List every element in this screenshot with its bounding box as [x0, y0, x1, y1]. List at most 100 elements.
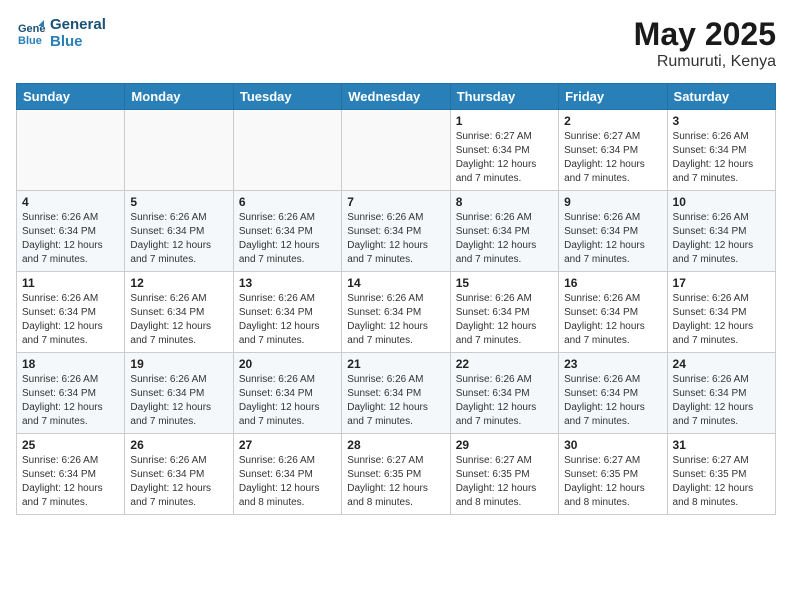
day-info: Sunrise: 6:26 AM Sunset: 6:34 PM Dayligh… — [347, 373, 444, 429]
logo-icon: General Blue — [16, 18, 46, 48]
calendar-location: Rumuruti, Kenya — [634, 53, 776, 71]
calendar-cell: 4 Sunrise: 6:26 AM Sunset: 6:34 PM Daylig… — [17, 191, 125, 272]
day-number: 10 — [673, 195, 770, 209]
day-info: Sunrise: 6:26 AM Sunset: 6:34 PM Dayligh… — [564, 292, 661, 348]
day-info: Sunrise: 6:26 AM Sunset: 6:34 PM Dayligh… — [673, 292, 770, 348]
calendar-cell: 14 Sunrise: 6:26 AM Sunset: 6:34 PM Dayli… — [342, 272, 450, 353]
header: General Blue General Blue May 2025 Rumur… — [16, 16, 776, 71]
day-number: 9 — [564, 195, 661, 209]
day-number: 15 — [456, 276, 553, 290]
day-info: Sunrise: 6:26 AM Sunset: 6:34 PM Dayligh… — [22, 373, 119, 429]
calendar-cell: 8 Sunrise: 6:26 AM Sunset: 6:34 PM Daylig… — [450, 191, 558, 272]
calendar-cell: 31Sunrise: 6:27 AM Sunset: 6:35 PM Dayli… — [667, 434, 775, 515]
calendar-cell: 28 Sunrise: 6:27 AM Sunset: 6:35 PM Dayli… — [342, 434, 450, 515]
calendar-cell: 5 Sunrise: 6:26 AM Sunset: 6:34 PM Daylig… — [125, 191, 233, 272]
day-number: 5 — [130, 195, 227, 209]
day-number: 17 — [673, 276, 770, 290]
day-info: Sunrise: 6:26 AM Sunset: 6:34 PM Dayligh… — [239, 373, 336, 429]
day-info: Sunrise: 6:27 AM Sunset: 6:34 PM Dayligh… — [456, 130, 553, 186]
day-number: 4 — [22, 195, 119, 209]
logo: General Blue General Blue — [16, 16, 106, 50]
day-info: Sunrise: 6:27 AM Sunset: 6:35 PM Dayligh… — [347, 454, 444, 510]
calendar-cell: 26 Sunrise: 6:26 AM Sunset: 6:34 PM Dayli… — [125, 434, 233, 515]
day-info: Sunrise: 6:26 AM Sunset: 6:34 PM Dayligh… — [347, 211, 444, 267]
day-info: Sunrise: 6:26 AM Sunset: 6:34 PM Dayligh… — [22, 292, 119, 348]
day-info: Sunrise: 6:27 AM Sunset: 6:35 PM Dayligh… — [456, 454, 553, 510]
day-info: Sunrise: 6:26 AM Sunset: 6:34 PM Dayligh… — [347, 292, 444, 348]
day-number: 18 — [22, 357, 119, 371]
day-info: Sunrise: 6:26 AM Sunset: 6:34 PM Dayligh… — [673, 373, 770, 429]
day-number: 6 — [239, 195, 336, 209]
day-info: Sunrise: 6:26 AM Sunset: 6:34 PM Dayligh… — [130, 292, 227, 348]
day-info: Sunrise: 6:26 AM Sunset: 6:34 PM Dayligh… — [130, 211, 227, 267]
day-info: Sunrise: 6:26 AM Sunset: 6:34 PM Dayligh… — [239, 454, 336, 510]
day-header-friday: Friday — [559, 84, 667, 110]
day-info: Sunrise: 6:26 AM Sunset: 6:34 PM Dayligh… — [456, 292, 553, 348]
day-header-monday: Monday — [125, 84, 233, 110]
calendar-cell: 3 Sunrise: 6:26 AM Sunset: 6:34 PM Daylig… — [667, 110, 775, 191]
day-number: 27 — [239, 438, 336, 452]
calendar-cell: 9Sunrise: 6:26 AM Sunset: 6:34 PM Daylig… — [559, 191, 667, 272]
day-info: Sunrise: 6:26 AM Sunset: 6:34 PM Dayligh… — [239, 211, 336, 267]
day-number: 3 — [673, 114, 770, 128]
day-number: 11 — [22, 276, 119, 290]
calendar-cell: 6 Sunrise: 6:26 AM Sunset: 6:34 PM Daylig… — [233, 191, 341, 272]
day-number: 19 — [130, 357, 227, 371]
logo-general: General — [50, 16, 106, 33]
svg-text:Blue: Blue — [18, 35, 42, 47]
day-number: 22 — [456, 357, 553, 371]
day-number: 23 — [564, 357, 661, 371]
day-number: 16 — [564, 276, 661, 290]
day-info: Sunrise: 6:26 AM Sunset: 6:34 PM Dayligh… — [456, 211, 553, 267]
calendar-week-row: 4 Sunrise: 6:26 AM Sunset: 6:34 PM Daylig… — [17, 191, 776, 272]
calendar-cell: 17 Sunrise: 6:26 AM Sunset: 6:34 PM Dayli… — [667, 272, 775, 353]
day-number: 14 — [347, 276, 444, 290]
day-info: Sunrise: 6:26 AM Sunset: 6:34 PM Dayligh… — [22, 211, 119, 267]
calendar-cell: 11 Sunrise: 6:26 AM Sunset: 6:34 PM Dayli… — [17, 272, 125, 353]
calendar-week-row: 25 Sunrise: 6:26 AM Sunset: 6:34 PM Dayli… — [17, 434, 776, 515]
day-info: Sunrise: 6:27 AM Sunset: 6:35 PM Dayligh… — [564, 454, 661, 510]
day-number: 26 — [130, 438, 227, 452]
day-header-saturday: Saturday — [667, 84, 775, 110]
calendar-cell: 15 Sunrise: 6:26 AM Sunset: 6:34 PM Dayli… — [450, 272, 558, 353]
calendar-cell — [233, 110, 341, 191]
day-number: 21 — [347, 357, 444, 371]
calendar-week-row: 18 Sunrise: 6:26 AM Sunset: 6:34 PM Dayli… — [17, 353, 776, 434]
calendar-cell: 12Sunrise: 6:26 AM Sunset: 6:34 PM Dayli… — [125, 272, 233, 353]
day-header-sunday: Sunday — [17, 84, 125, 110]
day-number: 28 — [347, 438, 444, 452]
day-header-thursday: Thursday — [450, 84, 558, 110]
calendar-cell: 2Sunrise: 6:27 AM Sunset: 6:34 PM Daylig… — [559, 110, 667, 191]
day-number: 8 — [456, 195, 553, 209]
day-number: 25 — [22, 438, 119, 452]
calendar-cell: 19Sunrise: 6:26 AM Sunset: 6:34 PM Dayli… — [125, 353, 233, 434]
day-number: 7 — [347, 195, 444, 209]
calendar-week-row: 1Sunrise: 6:27 AM Sunset: 6:34 PM Daylig… — [17, 110, 776, 191]
day-info: Sunrise: 6:26 AM Sunset: 6:34 PM Dayligh… — [22, 454, 119, 510]
calendar-cell: 20Sunrise: 6:26 AM Sunset: 6:34 PM Dayli… — [233, 353, 341, 434]
day-number: 31 — [673, 438, 770, 452]
logo-blue: Blue — [50, 33, 106, 50]
day-info: Sunrise: 6:26 AM Sunset: 6:34 PM Dayligh… — [673, 130, 770, 186]
calendar-cell: 23Sunrise: 6:26 AM Sunset: 6:34 PM Dayli… — [559, 353, 667, 434]
day-header-tuesday: Tuesday — [233, 84, 341, 110]
day-number: 29 — [456, 438, 553, 452]
calendar-cell: 1Sunrise: 6:27 AM Sunset: 6:34 PM Daylig… — [450, 110, 558, 191]
calendar-cell: 18 Sunrise: 6:26 AM Sunset: 6:34 PM Dayli… — [17, 353, 125, 434]
day-info: Sunrise: 6:26 AM Sunset: 6:34 PM Dayligh… — [130, 454, 227, 510]
calendar-title: May 2025 — [634, 16, 776, 53]
calendar-cell: 16 Sunrise: 6:26 AM Sunset: 6:34 PM Dayli… — [559, 272, 667, 353]
calendar-cell: 29 Sunrise: 6:27 AM Sunset: 6:35 PM Dayli… — [450, 434, 558, 515]
day-info: Sunrise: 6:27 AM Sunset: 6:34 PM Dayligh… — [564, 130, 661, 186]
day-number: 30 — [564, 438, 661, 452]
calendar-table: SundayMondayTuesdayWednesdayThursdayFrid… — [16, 83, 776, 515]
calendar-cell: 30 Sunrise: 6:27 AM Sunset: 6:35 PM Dayli… — [559, 434, 667, 515]
title-block: May 2025 Rumuruti, Kenya — [634, 16, 776, 71]
day-number: 24 — [673, 357, 770, 371]
calendar-cell — [125, 110, 233, 191]
calendar-page: General Blue General Blue May 2025 Rumur… — [0, 0, 792, 612]
calendar-cell: 13Sunrise: 6:26 AM Sunset: 6:34 PM Dayli… — [233, 272, 341, 353]
day-info: Sunrise: 6:26 AM Sunset: 6:34 PM Dayligh… — [456, 373, 553, 429]
calendar-cell: 25 Sunrise: 6:26 AM Sunset: 6:34 PM Dayli… — [17, 434, 125, 515]
calendar-cell: 27 Sunrise: 6:26 AM Sunset: 6:34 PM Dayli… — [233, 434, 341, 515]
